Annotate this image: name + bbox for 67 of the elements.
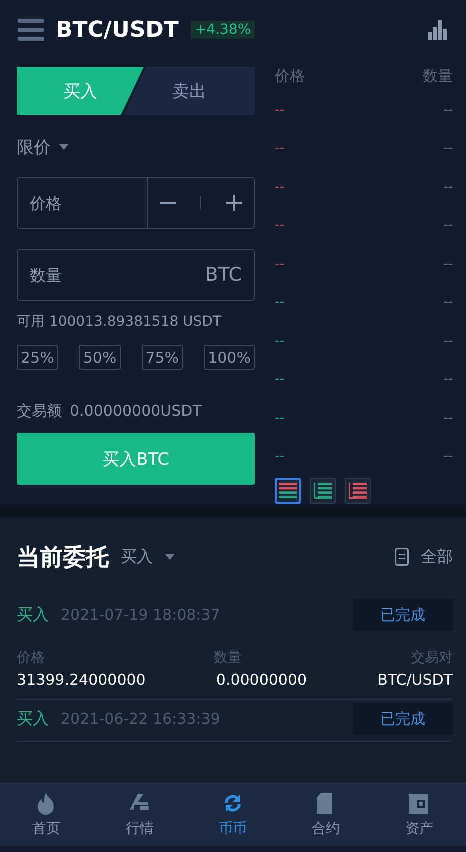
nav-tab[interactable]: 合约 xyxy=(280,784,373,846)
order-price: -- xyxy=(275,141,284,156)
order-side: 买入 xyxy=(17,604,49,626)
depth-mode-button[interactable] xyxy=(310,478,336,504)
order-amount: -- xyxy=(444,295,453,310)
field-label: 交易对 xyxy=(411,649,453,667)
pair-title: BTC/USDT xyxy=(56,18,179,42)
menu-icon[interactable] xyxy=(18,18,44,42)
field-value: 31399.24000000 xyxy=(17,671,146,689)
change-badge: +4.38% xyxy=(190,21,256,39)
order-price: -- xyxy=(275,256,284,272)
order-amount: -- xyxy=(444,218,453,234)
price-field[interactable]: 价格 xyxy=(17,177,255,229)
status-badge: 已完成 xyxy=(353,599,453,631)
order-amount: -- xyxy=(444,141,453,156)
order-amount: -- xyxy=(444,410,453,426)
turnover-label: 交易额 xyxy=(17,402,62,421)
order-price: -- xyxy=(275,218,284,234)
order-amount: -- xyxy=(444,449,453,464)
order-amount: -- xyxy=(444,180,453,195)
percent-button[interactable]: 100% xyxy=(204,345,255,370)
order-amount: -- xyxy=(444,256,453,272)
field-label: 数量 xyxy=(213,649,243,667)
column-header: 价格 xyxy=(275,67,305,87)
caret-icon xyxy=(165,554,175,560)
available-balance: 可用 100013.89381518 USDT xyxy=(17,313,223,331)
order-amount: -- xyxy=(444,372,453,388)
nav-tab[interactable]: 资产 xyxy=(372,784,466,846)
column-header: 数量 xyxy=(423,67,453,87)
amount-field[interactable]: 数量 BTC xyxy=(17,249,255,301)
order-side: 买入 xyxy=(17,708,49,730)
document-icon[interactable] xyxy=(395,548,409,566)
order-price: -- xyxy=(275,372,284,388)
price-input[interactable]: 价格 xyxy=(18,178,147,228)
nav-tab[interactable]: 币币 xyxy=(186,784,280,846)
order-amount: -- xyxy=(444,102,453,118)
order-price: -- xyxy=(275,334,284,349)
percent-button[interactable]: 50% xyxy=(79,345,121,370)
turnover-value: 0.00000000USDT xyxy=(70,402,202,421)
nav-tab[interactable]: 首页 xyxy=(0,784,94,846)
order-price: -- xyxy=(275,180,284,195)
order-price: -- xyxy=(275,410,284,426)
order-price: -- xyxy=(275,102,284,118)
trade-tab[interactable]: 卖出 xyxy=(124,67,255,115)
percent-button[interactable]: 25% xyxy=(17,345,58,370)
amount-input[interactable]: 数量 xyxy=(18,250,206,300)
nav-tab[interactable]: 行情 xyxy=(93,784,186,846)
caret-icon xyxy=(59,144,69,150)
percent-button[interactable]: 75% xyxy=(142,345,184,370)
order-time: 2021-07-19 18:08:37 xyxy=(61,606,220,624)
depth-mode-button[interactable] xyxy=(275,478,301,504)
order-price: -- xyxy=(275,295,284,310)
field-label: 价格 xyxy=(17,649,45,667)
field-value: BTC/USDT xyxy=(378,671,453,689)
order-type-dropdown[interactable]: 限价 xyxy=(17,136,51,158)
status-badge: 已完成 xyxy=(353,703,453,735)
depth-mode-button[interactable] xyxy=(345,478,371,504)
field-value: 0.00000000 xyxy=(215,671,308,689)
section-title: 当前委托 xyxy=(17,544,109,572)
unit-label: BTC xyxy=(205,264,243,286)
all-orders-link[interactable]: 全部 xyxy=(421,546,453,568)
side-filter-dropdown[interactable]: 买入 xyxy=(121,546,153,568)
chart-icon[interactable] xyxy=(428,20,448,40)
order-amount: -- xyxy=(444,334,453,349)
order-price: -- xyxy=(275,449,284,464)
order-time: 2021-06-22 16:33:39 xyxy=(61,710,220,728)
plus-icon[interactable] xyxy=(226,195,242,211)
